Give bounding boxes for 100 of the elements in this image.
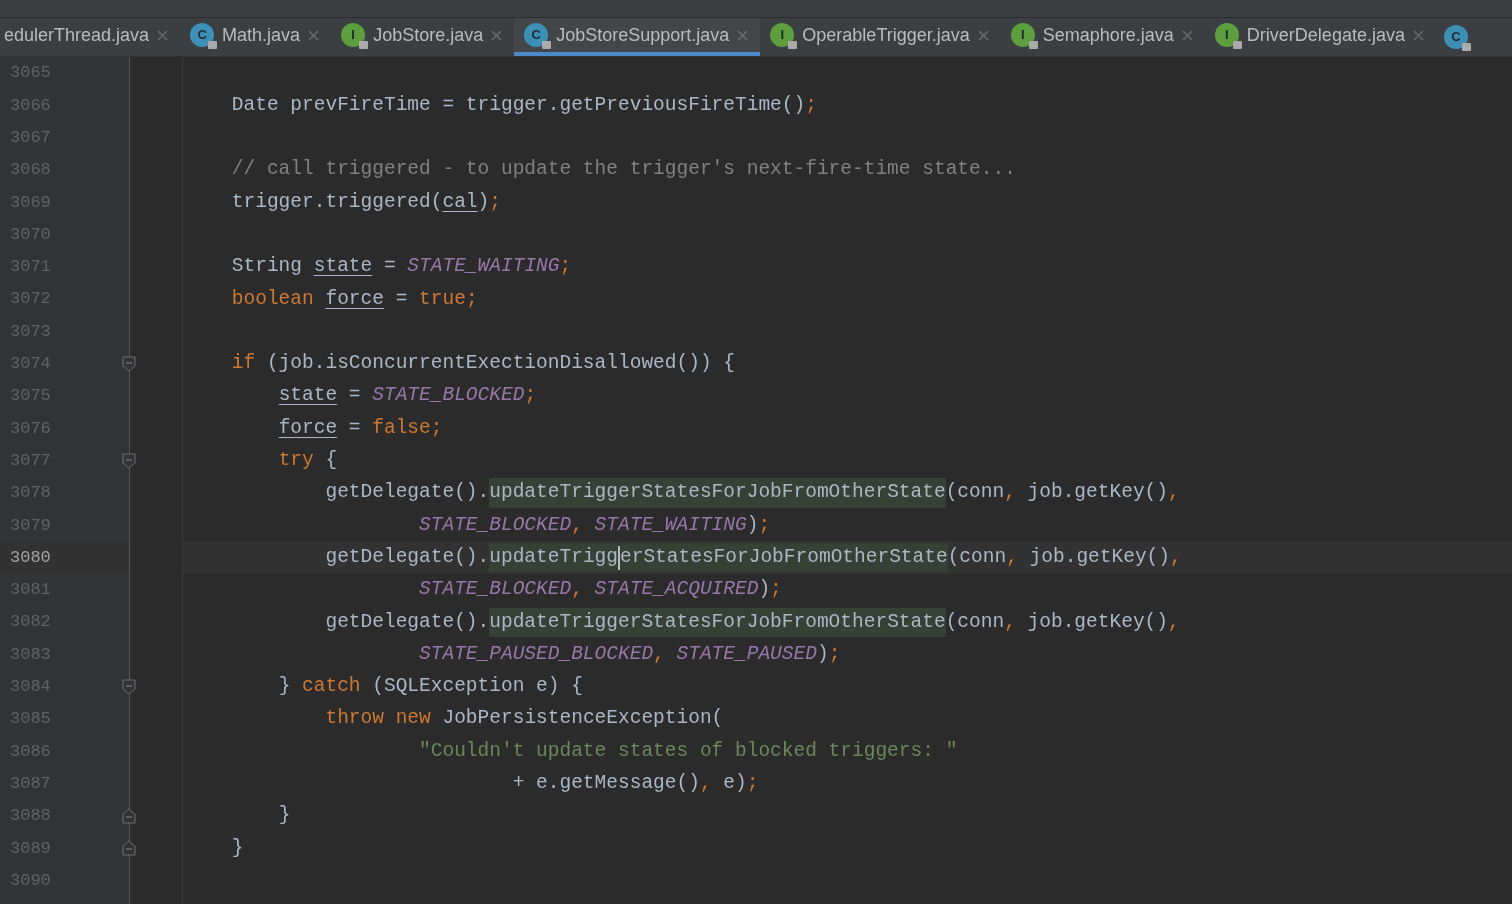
code-token: , <box>1006 544 1018 570</box>
code-token: try <box>278 448 314 474</box>
interface-icon: I <box>1214 23 1239 47</box>
code-token: if <box>231 351 256 377</box>
editor-tab[interactable]: C JobStoreSupport.java <box>514 18 761 56</box>
editor-tab[interactable]: I JobStore.java <box>331 18 515 56</box>
code-token: getDelegate(). <box>325 609 490 635</box>
code-token: job.getKey() <box>1029 544 1170 570</box>
code-token: = <box>348 415 362 441</box>
code-comment: // call triggered - to update the trigger's next-fire-time state... <box>231 157 1016 183</box>
code-token: ; <box>465 286 478 312</box>
fold-icon[interactable] <box>122 807 136 824</box>
code-token: JobPersistenceException( <box>442 706 724 732</box>
close-icon[interactable] <box>491 29 503 41</box>
editor-tab[interactable]: I Semaphore.java <box>1000 18 1205 56</box>
code-token: force <box>325 286 384 312</box>
code-token: STATE_BLOCKED <box>372 383 525 409</box>
code-token: } <box>278 803 291 829</box>
fold-icon[interactable] <box>122 840 136 857</box>
code-token: getDelegate(). <box>325 480 490 506</box>
code-token: e) <box>723 771 747 797</box>
code-token: state <box>313 254 373 280</box>
code-token: = <box>383 254 397 280</box>
close-icon[interactable] <box>1181 29 1193 41</box>
code-token: ) <box>758 577 771 603</box>
fold-icon[interactable] <box>122 678 136 695</box>
code-token: STATE_WAITING <box>407 254 560 280</box>
code-token: ; <box>770 577 782 603</box>
code-token: job.getKey() <box>1027 480 1168 506</box>
code-token: (conn <box>945 609 1005 635</box>
line-number: 3080 <box>9 546 51 569</box>
code-token: ; <box>430 415 443 441</box>
fold-icon[interactable] <box>122 452 136 469</box>
text-cursor <box>618 545 620 570</box>
editor-tab[interactable]: I DriverDelegate.java <box>1204 18 1436 56</box>
code-token: } <box>278 674 291 700</box>
code-token: "Couldn't update states of blocked triggers: " <box>419 738 958 764</box>
code-token: job.getKey() <box>1027 609 1168 635</box>
code-token: erStatesForJobFromOtherState <box>620 542 948 573</box>
code-token: = <box>348 383 362 409</box>
code-token: updateTrigg <box>489 542 618 573</box>
code-token: ; <box>524 383 537 409</box>
close-icon[interactable] <box>1412 29 1424 41</box>
code-token: (SQLException e) { <box>372 674 583 700</box>
code-token: + e.getMessage() <box>512 771 700 797</box>
code-token: ) <box>746 512 759 538</box>
code-token: true <box>419 286 466 312</box>
code-token: , <box>571 577 583 603</box>
interface-icon: I <box>341 23 366 47</box>
editor-tab[interactable]: edulerThread.java <box>0 18 181 56</box>
code-token: updateTriggerStatesForJobFromOtherState <box>489 478 946 508</box>
close-icon[interactable] <box>157 29 169 41</box>
code-token: ; <box>805 92 817 118</box>
code-token: trigger.triggered( <box>231 189 443 215</box>
code-token: STATE_WAITING <box>594 512 747 538</box>
close-icon[interactable] <box>737 29 749 41</box>
code-token: ; <box>828 641 841 667</box>
code-token: , <box>1004 480 1016 506</box>
code-token: , <box>653 641 665 667</box>
interface-icon: I <box>1010 23 1035 47</box>
code-token: ; <box>746 771 759 797</box>
code-token: cal <box>442 189 478 215</box>
code-token: , <box>1004 609 1016 635</box>
code-token: ) <box>816 641 829 667</box>
code-token: String <box>231 254 303 280</box>
fold-icon[interactable] <box>122 355 136 372</box>
code-token: , <box>571 512 583 538</box>
code-token: throw <box>325 706 384 732</box>
class-icon: C <box>524 23 549 47</box>
code-token: { <box>325 448 338 474</box>
class-icon: C <box>1443 25 1468 49</box>
code-token: STATE_PAUSED_BLOCKED <box>419 641 654 667</box>
code-token: state <box>278 383 338 409</box>
code-token: getDelegate(). <box>325 544 490 570</box>
code-token: , <box>699 771 712 797</box>
code-token: STATE_ACQUIRED <box>594 577 759 603</box>
code-token: false <box>372 415 431 441</box>
editor-tab[interactable]: C Math.java <box>180 18 332 56</box>
code-token: STATE_PAUSED <box>676 641 817 667</box>
code-token: (conn <box>945 480 1005 506</box>
code-token: , <box>1170 544 1182 570</box>
code-token: updateTriggerStatesForJobFromOtherState <box>489 607 946 637</box>
class-icon: C <box>190 23 215 47</box>
code-token: ; <box>489 189 501 215</box>
code-token: ) <box>477 189 490 215</box>
code-token: catch <box>302 674 361 700</box>
code-token: force <box>278 415 338 441</box>
code-token: STATE_BLOCKED <box>419 577 572 603</box>
code-token: } <box>231 835 244 861</box>
code-token: new <box>395 706 431 732</box>
interface-icon: I <box>770 23 795 47</box>
editor-tab[interactable]: I OperableTrigger.java <box>760 18 1001 56</box>
code-token: , <box>1168 609 1180 635</box>
code-token: boolean <box>231 286 314 312</box>
code-token: (conn <box>947 544 1007 570</box>
code-token: ; <box>758 512 771 538</box>
close-icon[interactable] <box>308 29 320 41</box>
close-icon[interactable] <box>977 29 989 41</box>
code-token: Date prevFireTime = trigger.getPreviousFireTime() <box>231 92 806 118</box>
code-token: ; <box>559 254 572 280</box>
